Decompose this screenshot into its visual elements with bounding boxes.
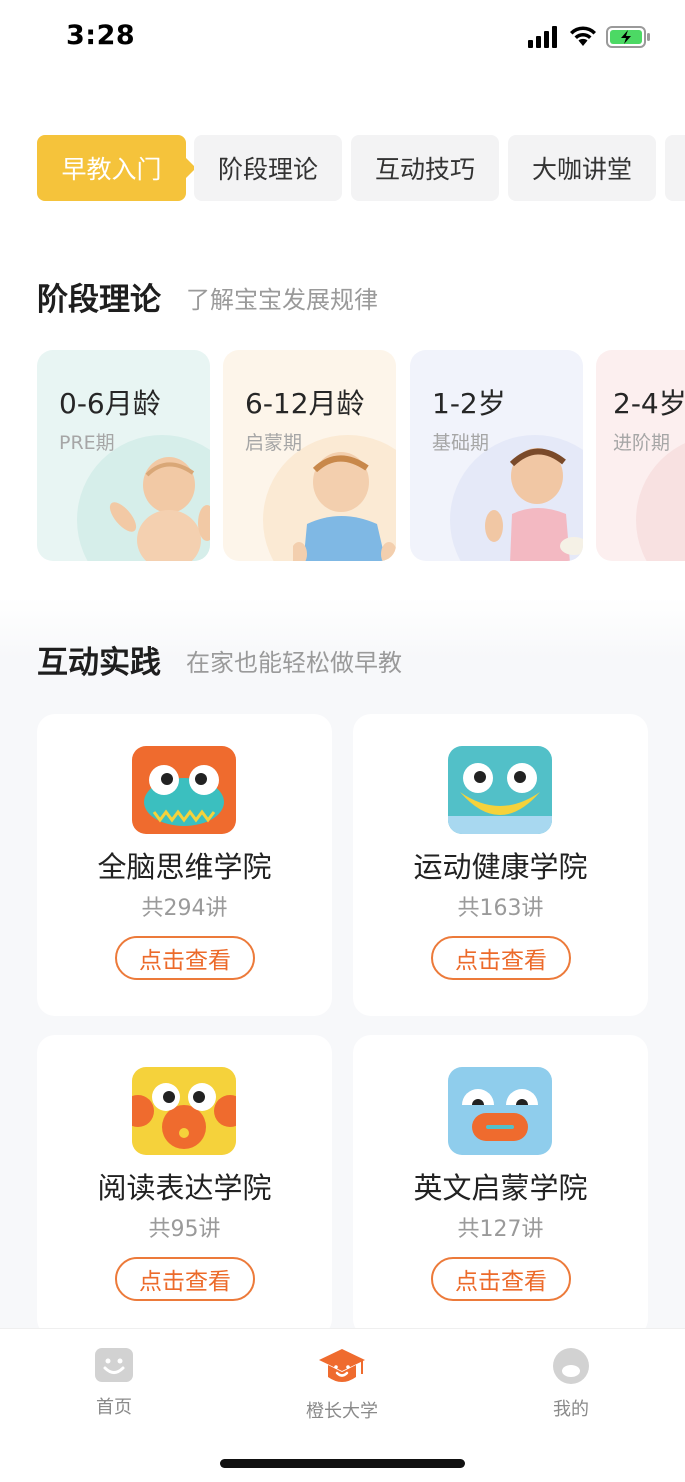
lecture-count: 共163讲 <box>457 896 544 921</box>
college-name: 运动健康学院 <box>413 850 588 884</box>
tab-more[interactable] <box>665 135 685 201</box>
tab-early-education-intro[interactable]: 早教入门 <box>37 135 196 201</box>
teal-monster-icon <box>448 746 552 834</box>
stage-card-6-12m[interactable]: 6-12月龄 启蒙期 <box>223 350 396 561</box>
college-card-reading-expression[interactable]: 阅读表达学院 共95讲 点击查看 <box>37 1035 332 1337</box>
tab-expert-lectures[interactable]: 大咖讲堂 <box>508 135 656 201</box>
view-button[interactable]: 点击查看 <box>431 936 571 980</box>
view-button[interactable]: 点击查看 <box>115 1257 255 1301</box>
yellow-monster-icon <box>132 1067 236 1155</box>
stage-card-1-2y[interactable]: 1-2岁 基础期 <box>410 350 583 561</box>
battery-charging-icon <box>606 26 650 48</box>
college-card-english-enlightenment[interactable]: 英文启蒙学院 共127讲 点击查看 <box>353 1035 648 1337</box>
tab-stage-theory[interactable]: 阶段理论 <box>194 135 342 201</box>
stage-section-title: 阶段理论 <box>37 282 161 318</box>
college-name: 阅读表达学院 <box>97 1171 272 1205</box>
stage-phase: 启蒙期 <box>245 432 303 454</box>
cellular-signal-icon <box>528 26 557 48</box>
nav-profile[interactable]: 我的 <box>511 1347 631 1421</box>
view-button[interactable]: 点击查看 <box>431 1257 571 1301</box>
stage-phase: 进阶期 <box>613 432 671 454</box>
status-bar: 3:28 <box>0 0 685 80</box>
nav-label: 首页 <box>96 1397 132 1418</box>
orange-monster-icon <box>132 746 236 834</box>
stage-phase: 基础期 <box>432 432 490 454</box>
blue-monster-icon <box>448 1067 552 1155</box>
stage-card-2-4y[interactable]: 2-4岁 进阶期 <box>596 350 685 561</box>
college-name: 英文启蒙学院 <box>413 1171 588 1205</box>
stage-age: 0-6月龄 <box>59 387 161 420</box>
nav-label: 我的 <box>553 1399 589 1420</box>
home-indicator <box>220 1459 465 1468</box>
lecture-count: 共95讲 <box>148 1217 221 1242</box>
stage-card-0-6m[interactable]: 0-6月龄 PRE期 <box>37 350 210 561</box>
category-tabs: 早教入门 阶段理论 互动技巧 大咖讲堂 <box>0 135 685 201</box>
tab-interaction-skills[interactable]: 互动技巧 <box>351 135 499 201</box>
status-time: 3:28 <box>66 20 136 51</box>
graduation-cap-icon <box>319 1349 365 1382</box>
nav-label: 橙长大学 <box>306 1401 378 1422</box>
stage-age: 6-12月龄 <box>245 387 365 420</box>
nav-home[interactable]: 首页 <box>54 1347 174 1419</box>
baby-photo <box>485 448 583 561</box>
college-card-whole-brain[interactable]: 全脑思维学院 共294讲 点击查看 <box>37 714 332 1016</box>
college-card-sports-health[interactable]: 运动健康学院 共163讲 点击查看 <box>353 714 648 1016</box>
stage-phase: PRE期 <box>59 432 115 454</box>
tab-label: 阶段理论 <box>217 155 318 184</box>
smile-face-icon <box>95 1348 133 1382</box>
tab-label: 大咖讲堂 <box>531 155 632 184</box>
nav-university[interactable]: 橙长大学 <box>282 1347 402 1423</box>
college-name: 全脑思维学院 <box>97 850 272 884</box>
tab-label: 早教入门 <box>61 155 162 184</box>
lecture-count: 共127讲 <box>457 1217 544 1242</box>
profile-icon <box>553 1348 589 1384</box>
stage-section-subtitle: 了解宝宝发展规律 <box>186 286 378 314</box>
lecture-count: 共294讲 <box>141 896 228 921</box>
tab-label: 互动技巧 <box>374 155 475 184</box>
practice-section-subtitle: 在家也能轻松做早教 <box>186 649 402 677</box>
practice-section-title: 互动实践 <box>37 645 161 681</box>
baby-photo <box>293 452 396 561</box>
stage-age: 2-4岁 <box>613 387 685 420</box>
stage-age: 1-2岁 <box>432 387 506 420</box>
view-button[interactable]: 点击查看 <box>115 936 255 980</box>
baby-photo <box>109 457 210 561</box>
wifi-icon <box>570 26 596 46</box>
